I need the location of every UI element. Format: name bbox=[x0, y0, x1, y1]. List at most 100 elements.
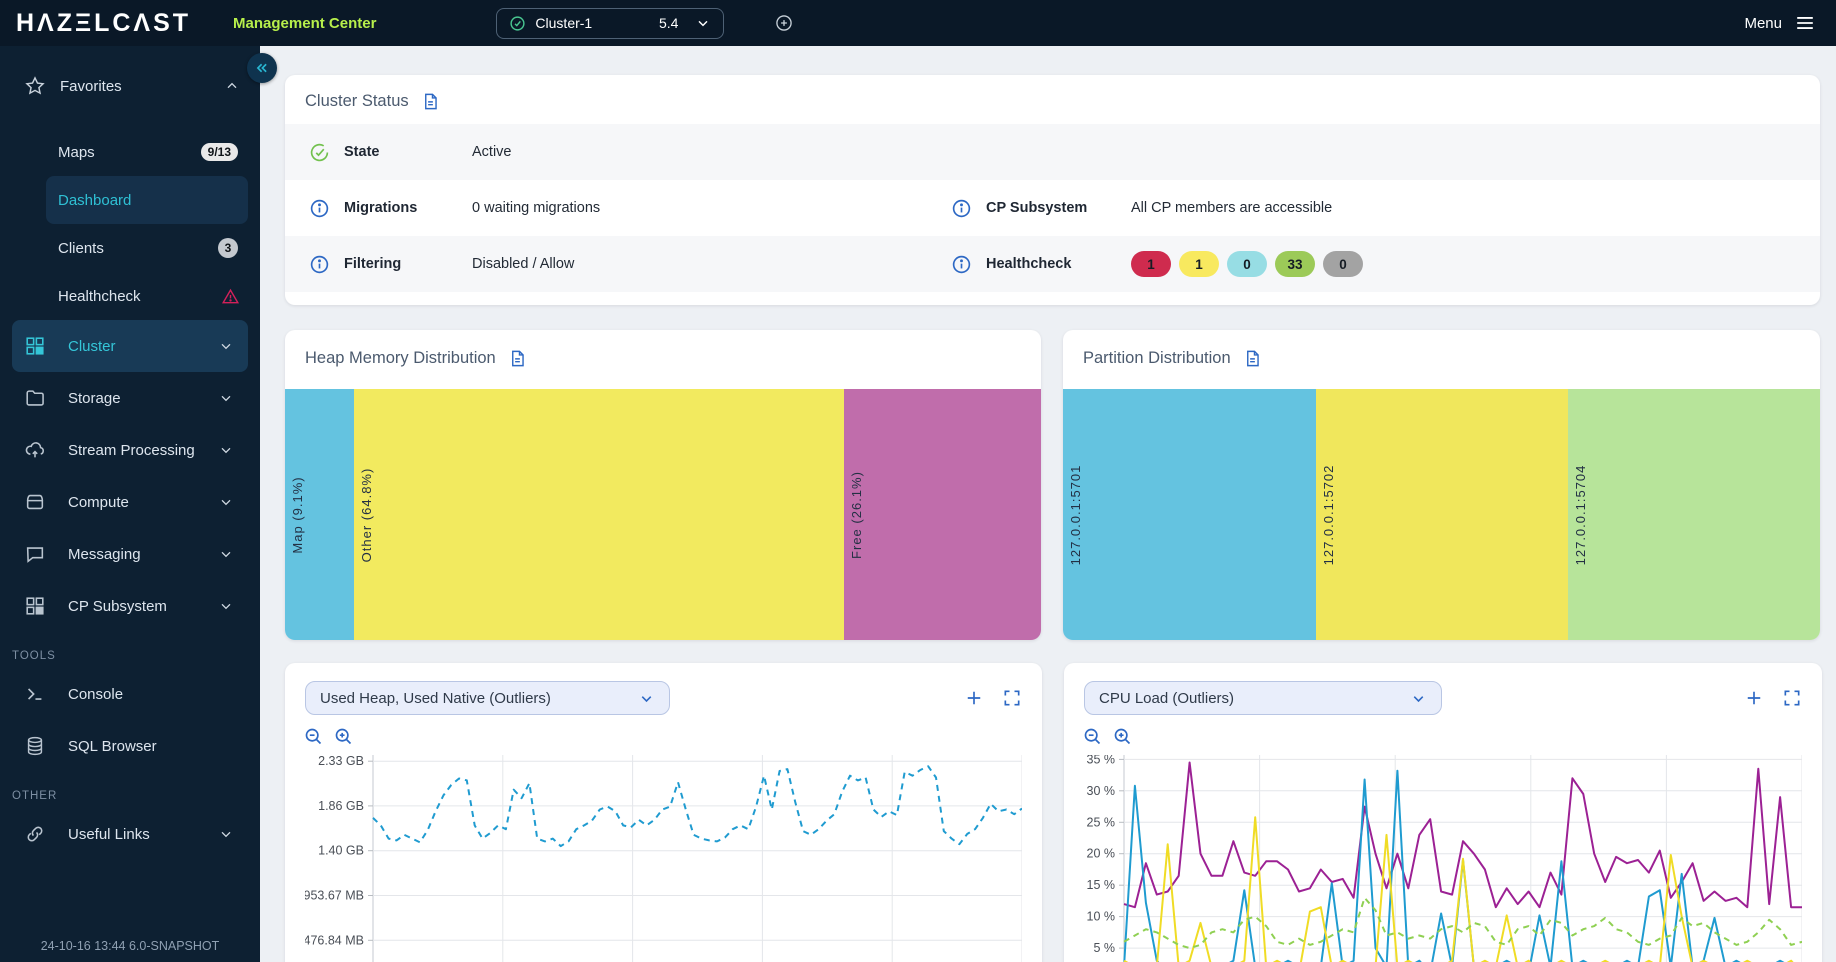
cpu-chart-panel: CPU Load (Outliers) bbox=[1064, 663, 1822, 962]
metric-select-value: Used Heap, Used Native (Outliers) bbox=[320, 690, 551, 707]
cluster-selector[interactable]: Cluster-1 5.4 bbox=[496, 8, 724, 39]
bar-segment-label: Map (9.1%) bbox=[290, 476, 305, 553]
svg-text:15 %: 15 % bbox=[1087, 878, 1116, 892]
svg-text:25 %: 25 % bbox=[1087, 815, 1116, 829]
bar-segment-label: 127.0.0.1:5701 bbox=[1068, 464, 1083, 565]
chevron-down-icon bbox=[218, 442, 234, 458]
cluster-grid-icon bbox=[24, 335, 46, 357]
bar-segment-label: Free (26.1%) bbox=[849, 471, 864, 559]
sidebar-item-useful-links[interactable]: Useful Links bbox=[12, 808, 248, 860]
sql-browser-label: SQL Browser bbox=[68, 738, 157, 755]
sidebar-item-stream-processing[interactable]: Stream Processing bbox=[12, 424, 248, 476]
sidebar-section-favorites[interactable]: Favorites bbox=[0, 64, 260, 108]
clients-label: Clients bbox=[58, 240, 104, 257]
compute-label: Compute bbox=[68, 494, 129, 511]
chevron-down-icon bbox=[218, 546, 234, 562]
cp-grid-icon bbox=[24, 595, 46, 617]
zoom-out-icon[interactable] bbox=[303, 726, 324, 747]
healthcheck-badge[interactable]: 0 bbox=[1323, 251, 1363, 277]
bar-segment: Other (64.8%) bbox=[354, 389, 844, 640]
docs-icon[interactable] bbox=[1243, 349, 1262, 368]
info-icon bbox=[309, 198, 330, 219]
docs-icon[interactable] bbox=[421, 92, 440, 111]
svg-text:1.40 GB: 1.40 GB bbox=[318, 844, 364, 858]
zoom-out-icon[interactable] bbox=[1082, 726, 1103, 747]
chevron-down-icon bbox=[695, 15, 711, 31]
top-bar: HΛZΞLCΛST Management Center Cluster-1 5.… bbox=[0, 0, 1836, 46]
sidebar-item-storage[interactable]: Storage bbox=[12, 372, 248, 424]
cluster-check-icon bbox=[509, 15, 526, 32]
info-icon bbox=[309, 254, 330, 275]
bar-segment-label: Other (64.8%) bbox=[359, 467, 374, 562]
console-label: Console bbox=[68, 686, 123, 703]
star-icon bbox=[24, 75, 46, 97]
sidebar: Favorites Maps 9/13 Dashboard Clients 3 … bbox=[0, 46, 260, 962]
tools-section-label: TOOLS bbox=[0, 632, 260, 668]
sidebar-item-clients[interactable]: Clients 3 bbox=[46, 224, 248, 272]
add-cluster-button[interactable] bbox=[774, 13, 794, 33]
healthcheck-badge[interactable]: 1 bbox=[1179, 251, 1219, 277]
hazelcast-logo: HΛZΞLCΛST bbox=[16, 9, 191, 38]
healthcheck-badge[interactable]: 1 bbox=[1131, 251, 1171, 277]
partition-title: Partition Distribution bbox=[1083, 349, 1231, 368]
info-icon bbox=[951, 254, 972, 275]
cpu-load-chart[interactable]: 35 %30 %25 %20 %15 %10 %5 % bbox=[1084, 755, 1802, 962]
state-row: State Active bbox=[285, 124, 1820, 180]
used-heap-chart[interactable]: 2.33 GB1.86 GB1.40 GB953.67 MB476.84 MB bbox=[305, 755, 1022, 962]
migrations-value: 0 waiting migrations bbox=[472, 200, 600, 216]
sidebar-item-compute[interactable]: Compute bbox=[12, 476, 248, 528]
sidebar-item-maps[interactable]: Maps 9/13 bbox=[46, 128, 248, 176]
clients-count-badge: 3 bbox=[218, 238, 238, 258]
product-title: Management Center bbox=[233, 15, 376, 32]
sidebar-item-console[interactable]: Console bbox=[12, 668, 248, 720]
compute-icon bbox=[24, 491, 46, 513]
sidebar-item-dashboard[interactable]: Dashboard bbox=[46, 176, 248, 224]
check-circle-icon bbox=[309, 142, 330, 163]
other-section-label: OTHER bbox=[0, 772, 260, 808]
filtering-label: Filtering bbox=[344, 256, 472, 272]
sidebar-collapse-button[interactable] bbox=[247, 53, 277, 83]
partition-distribution-bar[interactable]: 127.0.0.1:5701127.0.0.1:5702127.0.0.1:57… bbox=[1063, 389, 1820, 640]
metric-select[interactable]: CPU Load (Outliers) bbox=[1084, 681, 1442, 715]
fullscreen-icon[interactable] bbox=[1002, 688, 1022, 708]
heap-distribution-bar[interactable]: Map (9.1%) Other (64.8%) Free (26.1%) bbox=[285, 389, 1041, 640]
menu-label: Menu bbox=[1744, 15, 1782, 32]
sidebar-item-cluster[interactable]: Cluster bbox=[12, 320, 248, 372]
svg-text:20 %: 20 % bbox=[1087, 847, 1116, 861]
menu-button[interactable]: Menu bbox=[1744, 12, 1816, 34]
dashboard-label: Dashboard bbox=[58, 192, 131, 209]
heap-memory-title: Heap Memory Distribution bbox=[305, 349, 496, 368]
filtering-row: Filtering Disabled / Allow Healthcheck 1… bbox=[285, 236, 1820, 292]
metric-select[interactable]: Used Heap, Used Native (Outliers) bbox=[305, 681, 670, 715]
metric-select-value: CPU Load (Outliers) bbox=[1099, 690, 1234, 707]
maps-count-badge: 9/13 bbox=[201, 143, 238, 161]
healthcheck-badges: 110330 bbox=[1131, 251, 1363, 277]
healthcheck-badge[interactable]: 0 bbox=[1227, 251, 1267, 277]
bar-segment: Free (26.1%) bbox=[844, 389, 1041, 640]
terminal-icon bbox=[24, 683, 46, 705]
migrations-row: Migrations 0 waiting migrations CP Subsy… bbox=[285, 180, 1820, 236]
cp-subsystem-status-label: CP Subsystem bbox=[986, 200, 1131, 216]
sidebar-item-sql-browser[interactable]: SQL Browser bbox=[12, 720, 248, 772]
fullscreen-icon[interactable] bbox=[1782, 688, 1802, 708]
bar-segment: 127.0.0.1:5704 bbox=[1568, 389, 1820, 640]
double-chevron-left-icon bbox=[253, 59, 271, 77]
bar-segment-label: 127.0.0.1:5704 bbox=[1573, 464, 1588, 565]
svg-text:35 %: 35 % bbox=[1087, 755, 1116, 766]
zoom-in-icon[interactable] bbox=[1112, 726, 1133, 747]
sidebar-item-healthcheck[interactable]: Healthcheck bbox=[46, 272, 248, 320]
sidebar-item-cp-subsystem[interactable]: CP Subsystem bbox=[12, 580, 248, 632]
sidebar-item-messaging[interactable]: Messaging bbox=[12, 528, 248, 580]
docs-icon[interactable] bbox=[508, 349, 527, 368]
maps-label: Maps bbox=[58, 144, 95, 161]
add-chart-icon[interactable] bbox=[964, 688, 984, 708]
heap-chart-panel: Used Heap, Used Native (Outliers) bbox=[285, 663, 1042, 962]
cluster-status-panel: Cluster Status State Active bbox=[285, 75, 1820, 305]
zoom-in-icon[interactable] bbox=[333, 726, 354, 747]
add-chart-icon[interactable] bbox=[1744, 688, 1764, 708]
healthcheck-badge[interactable]: 33 bbox=[1275, 251, 1315, 277]
chevron-down-icon bbox=[1410, 690, 1427, 707]
healthcheck-status-label: Healthcheck bbox=[986, 256, 1131, 272]
chevron-down-icon bbox=[218, 494, 234, 510]
cluster-status-title: Cluster Status bbox=[305, 92, 409, 111]
